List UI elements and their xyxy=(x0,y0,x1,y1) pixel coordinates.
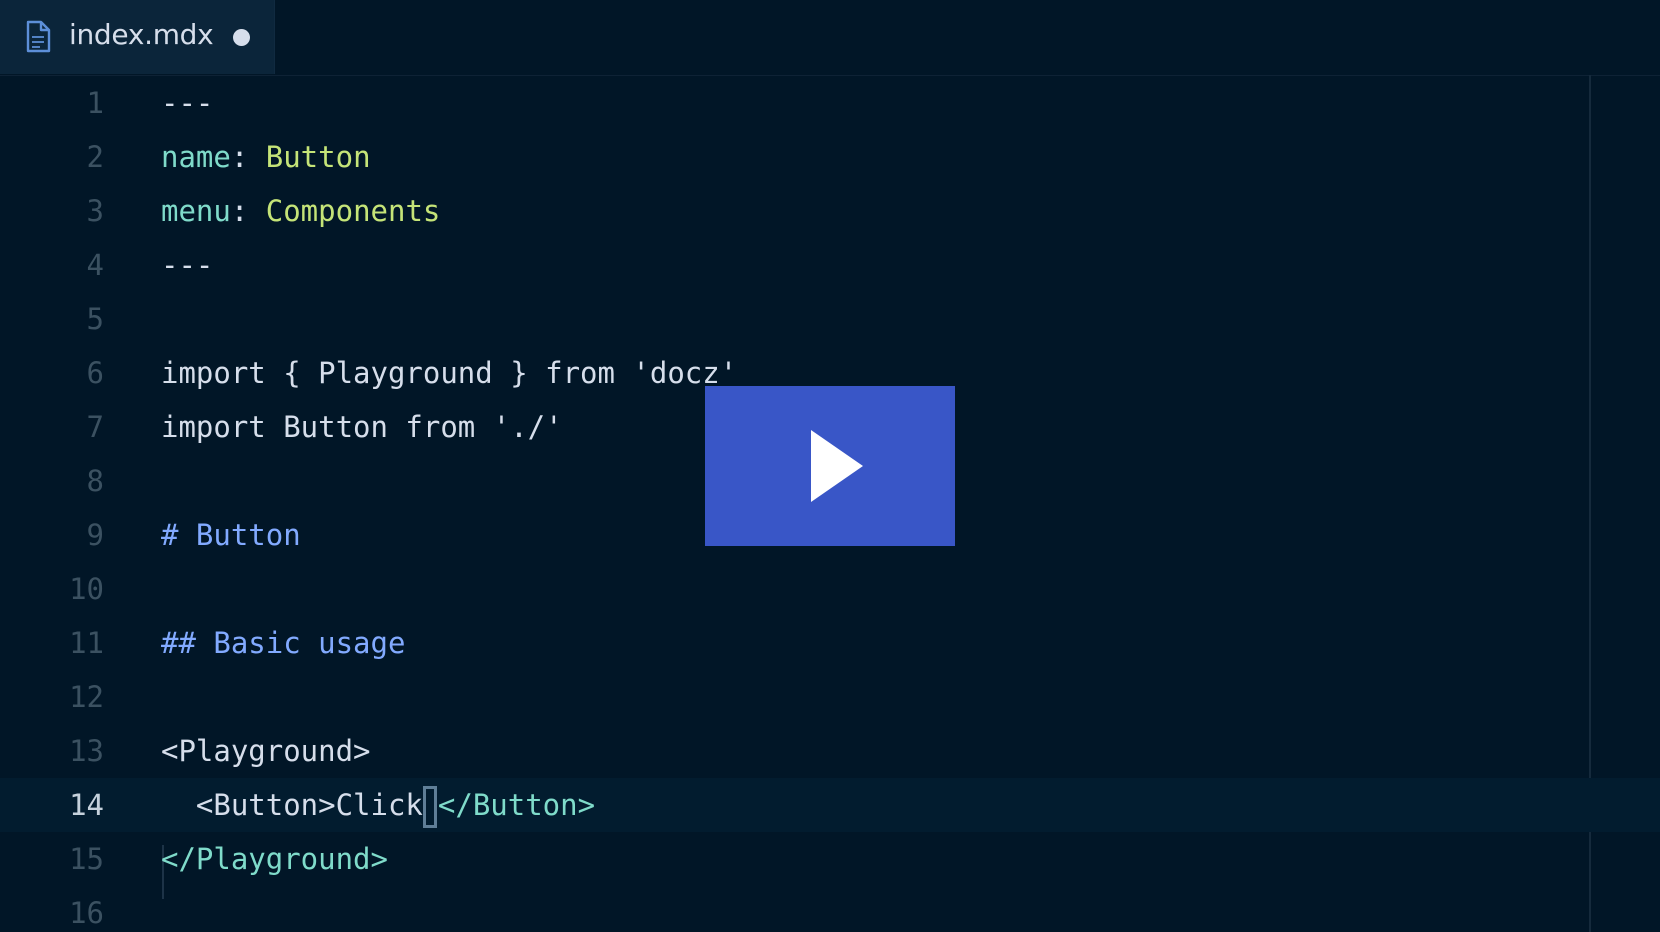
tab-index-mdx[interactable]: index.mdx xyxy=(0,0,275,74)
line-number: 13 xyxy=(69,734,104,768)
code-text: </Playground> xyxy=(161,832,388,886)
editor-window: index.mdx 1 --- 2 name: Button 3 menu: Compon… xyxy=(0,0,1660,932)
code-text: import { Playground } from 'docz' xyxy=(161,346,737,400)
code-token: </Button> xyxy=(437,788,596,822)
code-text: import Button from './' xyxy=(161,400,563,454)
code-token: --- xyxy=(161,86,214,120)
code-token: : xyxy=(230,140,266,174)
line-number: 14 xyxy=(69,788,104,822)
tab-bar: index.mdx xyxy=(0,0,1660,76)
code-line[interactable]: 14 <Button>Click </Button> xyxy=(0,778,1660,832)
code-line[interactable]: 2 name: Button xyxy=(0,130,1660,184)
code-text: --- xyxy=(161,238,213,292)
code-token: Components xyxy=(265,194,441,228)
code-text: <Playground> xyxy=(161,724,371,778)
code-text: <Button>Click </Button> xyxy=(161,778,595,832)
line-number: 3 xyxy=(86,194,104,228)
text-cursor xyxy=(422,786,437,828)
code-token: name xyxy=(161,140,231,174)
line-number: 2 xyxy=(86,140,104,174)
line-number: 6 xyxy=(86,356,104,390)
code-line[interactable]: 5 xyxy=(0,292,1660,346)
code-text: --- xyxy=(161,76,213,130)
line-number: 1 xyxy=(86,86,104,120)
code-text: ## Basic usage xyxy=(161,616,405,670)
code-line[interactable]: 11 ## Basic usage xyxy=(0,616,1660,670)
code-token: import Button from './' xyxy=(161,410,563,444)
play-icon xyxy=(811,430,863,502)
code-line[interactable]: 4 --- xyxy=(0,238,1660,292)
code-line[interactable]: 10 xyxy=(0,562,1660,616)
line-number: 5 xyxy=(86,302,104,336)
line-number: 8 xyxy=(86,464,104,498)
line-number: 10 xyxy=(69,572,104,606)
code-token: : xyxy=(230,194,266,228)
code-line[interactable]: 15 </Playground> xyxy=(0,832,1660,886)
file-icon xyxy=(26,20,51,53)
code-text: menu: Components xyxy=(161,184,440,238)
code-token: <Playground> xyxy=(161,734,371,768)
code-token: menu xyxy=(161,194,231,228)
line-number: 12 xyxy=(69,680,104,714)
code-token: import { Playground } from 'docz' xyxy=(161,356,738,390)
line-number: 15 xyxy=(69,842,104,876)
line-number: 4 xyxy=(86,248,104,282)
tab-label: index.mdx xyxy=(69,18,214,51)
line-number: 9 xyxy=(86,518,104,552)
code-token: Button xyxy=(265,140,371,174)
code-token: </Playground> xyxy=(161,842,388,876)
line-number: 7 xyxy=(86,410,104,444)
code-line[interactable]: 16 xyxy=(0,886,1660,932)
code-token: --- xyxy=(161,248,214,282)
code-token: ## Basic usage xyxy=(161,626,406,660)
code-line[interactable]: 1 --- xyxy=(0,76,1660,130)
code-line[interactable]: 12 xyxy=(0,670,1660,724)
code-token: # Button xyxy=(161,518,301,552)
play-button[interactable] xyxy=(705,386,955,546)
code-text: # Button xyxy=(161,508,301,562)
code-line[interactable]: 13 <Playground> xyxy=(0,724,1660,778)
unsaved-dot-icon[interactable] xyxy=(233,29,250,46)
line-number: 16 xyxy=(69,896,104,930)
line-number: 11 xyxy=(69,626,104,660)
code-text: name: Button xyxy=(161,130,371,184)
code-line[interactable]: 3 menu: Components xyxy=(0,184,1660,238)
code-token: <Button>Click xyxy=(161,788,423,822)
